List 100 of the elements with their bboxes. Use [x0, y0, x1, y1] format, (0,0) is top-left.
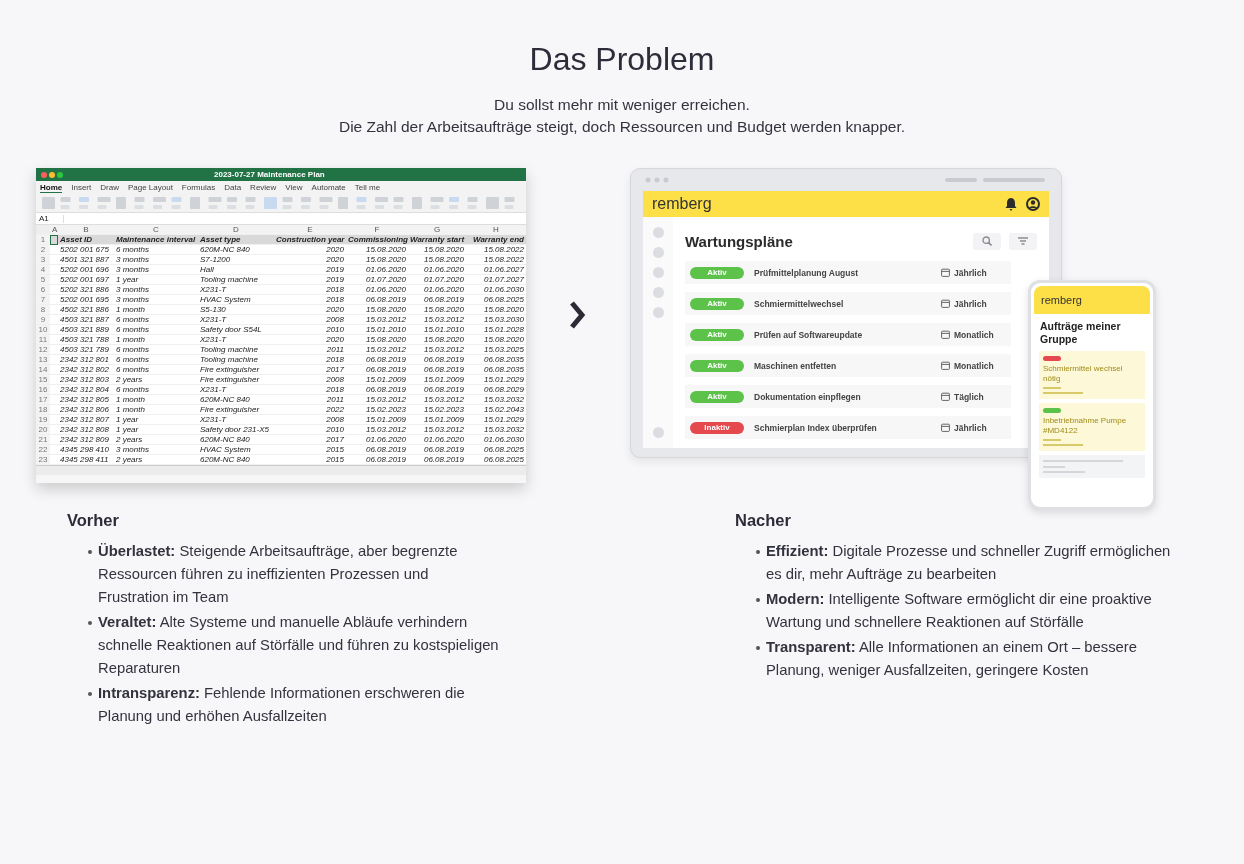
table-cell: Fire extinguisher	[198, 375, 274, 385]
sidebar-icon[interactable]	[652, 427, 664, 438]
search-button[interactable]	[973, 232, 1001, 250]
table-cell: 15.08.2022	[466, 255, 526, 265]
sidebar-icon[interactable]	[652, 247, 664, 258]
plan-row[interactable]: Aktiv Schmiermittelwechsel Jährlich	[685, 292, 1011, 315]
table-cell: 620M-NC 840	[198, 395, 274, 405]
table-cell: 4501 321 887	[58, 255, 114, 265]
table-cell: 06.08.2019	[408, 295, 466, 305]
table-cell: 15.08.2020	[408, 305, 466, 315]
table-cell: 2015	[274, 445, 346, 455]
intro-text: Die Zahl der Arbeitsaufträge steigt, doch Ressourcen und Budget werden knapper.	[338, 117, 906, 137]
table-cell: 2 years	[114, 375, 198, 385]
table-cell: 5202 321 886	[58, 285, 114, 295]
ribbon-tab[interactable]: Formulas	[181, 183, 216, 192]
ribbon-tab[interactable]: Data	[224, 183, 242, 192]
window-title: 2023-07-27 Maintenance Plan	[214, 170, 325, 179]
table-cell: 1 month	[114, 405, 198, 415]
plan-row[interactable]: Aktiv Prüfmittelplanung August Jährlich	[685, 261, 1011, 284]
table-cell: 2342 312 807	[58, 415, 114, 425]
search-icon	[982, 236, 992, 246]
sidebar-icon[interactable]	[652, 227, 664, 238]
table-cell: S7-1200	[198, 255, 274, 265]
table-cell: Tooling machine	[198, 345, 274, 355]
column-header: F	[346, 225, 408, 235]
table-cell: 2020	[274, 255, 346, 265]
table-cell: 2342 312 809	[58, 435, 114, 445]
table-cell: 15.01.2009	[346, 375, 408, 385]
table-cell: 06.08.2029	[466, 385, 526, 395]
bullet-icon	[88, 550, 92, 554]
row-number: 8	[36, 305, 50, 315]
table-cell: 15.08.2020	[408, 335, 466, 345]
ribbon-tab[interactable]: Draw	[100, 183, 119, 192]
sidebar-icon[interactable]	[652, 307, 664, 318]
plan-row[interactable]: Aktiv Maschinen entfetten Monatlich	[685, 354, 1011, 377]
table-cell: 2008	[274, 415, 346, 425]
row-number: 7	[36, 295, 50, 305]
plan-row[interactable]: Inaktiv Schmierplan Index überprüfen Jährlich	[685, 416, 1011, 439]
plan-row[interactable]: Aktiv Dokumentation einpflegen Täglich	[685, 385, 1011, 408]
filter-button[interactable]	[1009, 232, 1037, 250]
table-cell: 2008	[274, 315, 346, 325]
table-cell: HVAC System	[198, 295, 274, 305]
table-cell: 2020	[274, 245, 346, 255]
bullet-text: Transparent: Alle Informationen an einem Ort – bessere Planung, weniger Ausfallzeiten, geringere Kosten	[766, 638, 1138, 680]
table-cell: 2022	[274, 405, 346, 415]
table-cell: 2019	[274, 275, 346, 285]
table-cell: 06.08.2019	[346, 365, 408, 375]
table-cell: 06.08.2035	[466, 365, 526, 375]
table-cell: 3 months	[114, 445, 198, 455]
plan-name: Schmiermittelwechsel	[754, 298, 845, 309]
table-cell: 06.08.2025	[466, 445, 526, 455]
ribbon-tab[interactable]: Automate	[311, 183, 346, 192]
table-cell: 6 months	[114, 365, 198, 375]
table-cell: 2342 312 803	[58, 375, 114, 385]
column-title: Asset ID	[58, 235, 114, 245]
order-card[interactable]	[1039, 455, 1145, 478]
table-cell: 15.03.2032	[466, 395, 526, 405]
table-cell: 06.08.2019	[408, 445, 466, 455]
table-cell: 06.08.2019	[408, 365, 466, 375]
column-header: H	[466, 225, 526, 235]
ribbon-tab[interactable]: Tell me	[354, 183, 381, 192]
table-cell: 4503 321 887	[58, 315, 114, 325]
table-cell: 3 months	[114, 295, 198, 305]
table-cell: 06.08.2019	[408, 355, 466, 365]
table-cell: 2342 312 805	[58, 395, 114, 405]
sidebar-icon[interactable]	[652, 267, 664, 278]
table-cell: 15.03.2025	[466, 345, 526, 355]
table-cell: 5202 001 696	[58, 265, 114, 275]
status-badge: Aktiv	[690, 328, 744, 341]
frequency-label: Monatlich	[954, 360, 994, 371]
table-cell: 15.01.2010	[346, 325, 408, 335]
table-cell: 2010	[274, 325, 346, 335]
bullet-text: Effizient: Digitale Prozesse und schneller Zugriff ermöglichen es dir, mehr Aufträge zu bearbeiten	[766, 542, 1171, 584]
ribbon-tab[interactable]: View	[285, 183, 303, 192]
row-number: 3	[36, 255, 50, 265]
table-cell: 15.03.2030	[466, 315, 526, 325]
table-cell: 2342 312 802	[58, 365, 114, 375]
table-cell: 01.07.2020	[346, 275, 408, 285]
table-cell: 01.06.2027	[466, 265, 526, 275]
table-cell: 15.02.2023	[408, 405, 466, 415]
plan-row[interactable]: Aktiv Prüfen auf Softwareupdate Monatlich	[685, 323, 1011, 346]
table-cell: 1 month	[114, 395, 198, 405]
ribbon-tab[interactable]: Insert	[71, 183, 92, 192]
column-title: Maintenance interval	[114, 235, 198, 245]
table-cell: 3 months	[114, 265, 198, 275]
ribbon-tab[interactable]: Page Layout	[127, 183, 173, 192]
table-cell: 15.08.2020	[346, 255, 408, 265]
table-cell: 06.08.2035	[466, 355, 526, 365]
ribbon-tab[interactable]: Home	[40, 182, 63, 193]
order-title: Schmiermittel wechsel nötig	[1043, 364, 1124, 384]
table-cell: 2010	[274, 425, 346, 435]
user-icon	[1026, 197, 1040, 211]
table-cell: 15.08.2022	[466, 245, 526, 255]
table-cell: 2011	[274, 395, 346, 405]
ribbon-tab[interactable]: Review	[250, 183, 277, 192]
bullet-icon	[88, 692, 92, 696]
sidebar-icon[interactable]	[652, 287, 664, 298]
table-cell: X231-T	[198, 335, 274, 345]
table-cell: 1 month	[114, 335, 198, 345]
column-title: Commissioning	[346, 235, 408, 245]
